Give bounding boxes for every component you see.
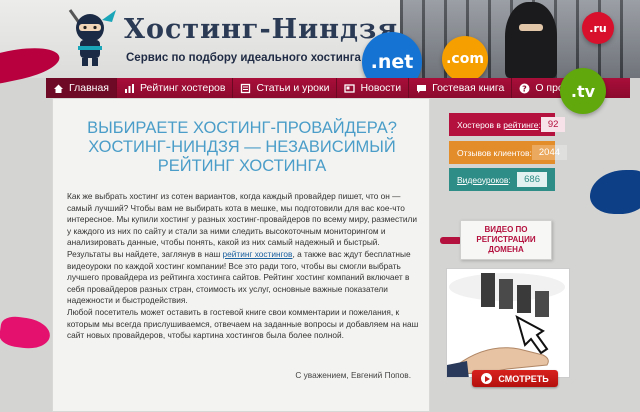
stat-hosters-value: 92	[540, 117, 566, 132]
stat-reviews-label: Отзывов клиентов:	[457, 147, 532, 158]
site-logo-title[interactable]: Хостинг-Ниндзя	[124, 14, 398, 45]
svg-text:?: ?	[522, 84, 527, 93]
book-icon	[240, 83, 251, 94]
stat-videos: Видеоуроков: 686	[449, 168, 555, 191]
nav-item-label: Главная	[69, 82, 109, 94]
nav-item-label: Новости	[360, 82, 402, 94]
nav-item-guestbook[interactable]: Гостевая книга	[409, 78, 513, 98]
rating-link[interactable]: рейтинг хостингов	[223, 249, 293, 259]
chart-icon	[124, 83, 135, 94]
stat-rating-link[interactable]: рейтинге	[503, 120, 538, 130]
domain-bubble-tv: .tv	[560, 68, 606, 114]
domain-bubble-ru: .ru	[582, 12, 614, 44]
home-icon	[53, 83, 64, 94]
page-headline: ВЫБИРАЕТЕ ХОСТИНГ-ПРОВАЙДЕРА? ХОСТИНГ-НИ…	[87, 119, 397, 175]
watch-video-label: СМОТРЕТЬ	[498, 373, 549, 384]
stat-hosters-label: Хостеров в рейтинге:	[457, 120, 541, 130]
stat-hosters-label-text: Хостеров в	[457, 119, 504, 130]
stat-videos-link[interactable]: Видеоуроков	[457, 175, 508, 185]
ninja-logo-icon[interactable]	[60, 4, 118, 68]
paint-brush-decoration	[0, 314, 52, 352]
author-signature: С уважением, Евгений Попов.	[295, 370, 411, 380]
intro-paragraph-2: Любой посетитель может оставить в гостев…	[67, 306, 419, 341]
play-icon	[481, 373, 493, 384]
nav-item-rating[interactable]: Рейтинг хостеров	[117, 78, 234, 98]
stat-hosters: Хостеров в рейтинге: 92	[449, 113, 566, 136]
intro-paragraph-1: Как же выбрать хостинг из сотен варианто…	[67, 191, 419, 307]
main-navigation: Главная Рейтинг хостеров Статьи и уроки …	[46, 78, 630, 98]
video-promo-line-1: ВИДЕО ПО	[484, 225, 528, 234]
tag-pin-decoration	[440, 237, 462, 244]
nav-item-label: Статьи и уроки	[256, 82, 330, 94]
intro-text: Как же выбрать хостинг из сотен варианто…	[67, 191, 419, 342]
watch-video-button[interactable]: СМОТРЕТЬ	[472, 370, 558, 387]
paint-brush-decoration	[590, 170, 640, 214]
question-icon: ?	[519, 83, 530, 94]
stat-reviews-value: 2044	[531, 145, 568, 160]
hand-cursor-http-image	[447, 269, 569, 377]
video-thumbnail[interactable]	[446, 268, 570, 378]
site-tagline: Сервис по подбору идеального хостинга	[126, 52, 361, 64]
video-promo-line-2: РЕГИСТРАЦИИ	[476, 235, 536, 244]
video-promo-line-3: ДОМЕНА	[488, 245, 524, 254]
nav-item-news[interactable]: Новости	[337, 78, 410, 98]
main-content: ВЫБИРАЕТЕ ХОСТИНГ-ПРОВАЙДЕРА? ХОСТИНГ-НИ…	[52, 98, 430, 412]
video-promo-text: ВИДЕО ПО РЕГИСТРАЦИИ ДОМЕНА	[476, 225, 535, 255]
stat-videos-colon: :	[508, 174, 511, 185]
nav-item-articles[interactable]: Статьи и уроки	[233, 78, 338, 98]
video-promo-tag[interactable]: ВИДЕО ПО РЕГИСТРАЦИИ ДОМЕНА	[460, 220, 552, 260]
domain-bubble-com: .com	[442, 36, 488, 82]
news-icon	[344, 83, 356, 94]
stat-videos-value: 686	[517, 172, 547, 187]
guestbook-icon	[416, 83, 427, 94]
ninja-figure-image	[505, 2, 557, 78]
nav-item-label: Гостевая книга	[432, 82, 505, 94]
stat-reviews: Отзывов клиентов: 2044	[449, 141, 568, 164]
nav-item-label: Рейтинг хостеров	[139, 82, 226, 94]
site-header: Хостинг-Ниндзя Сервис по подбору идеальн…	[0, 0, 640, 92]
stat-videos-label: Видеоуроков:	[457, 175, 511, 185]
nav-item-home[interactable]: Главная	[46, 78, 117, 98]
